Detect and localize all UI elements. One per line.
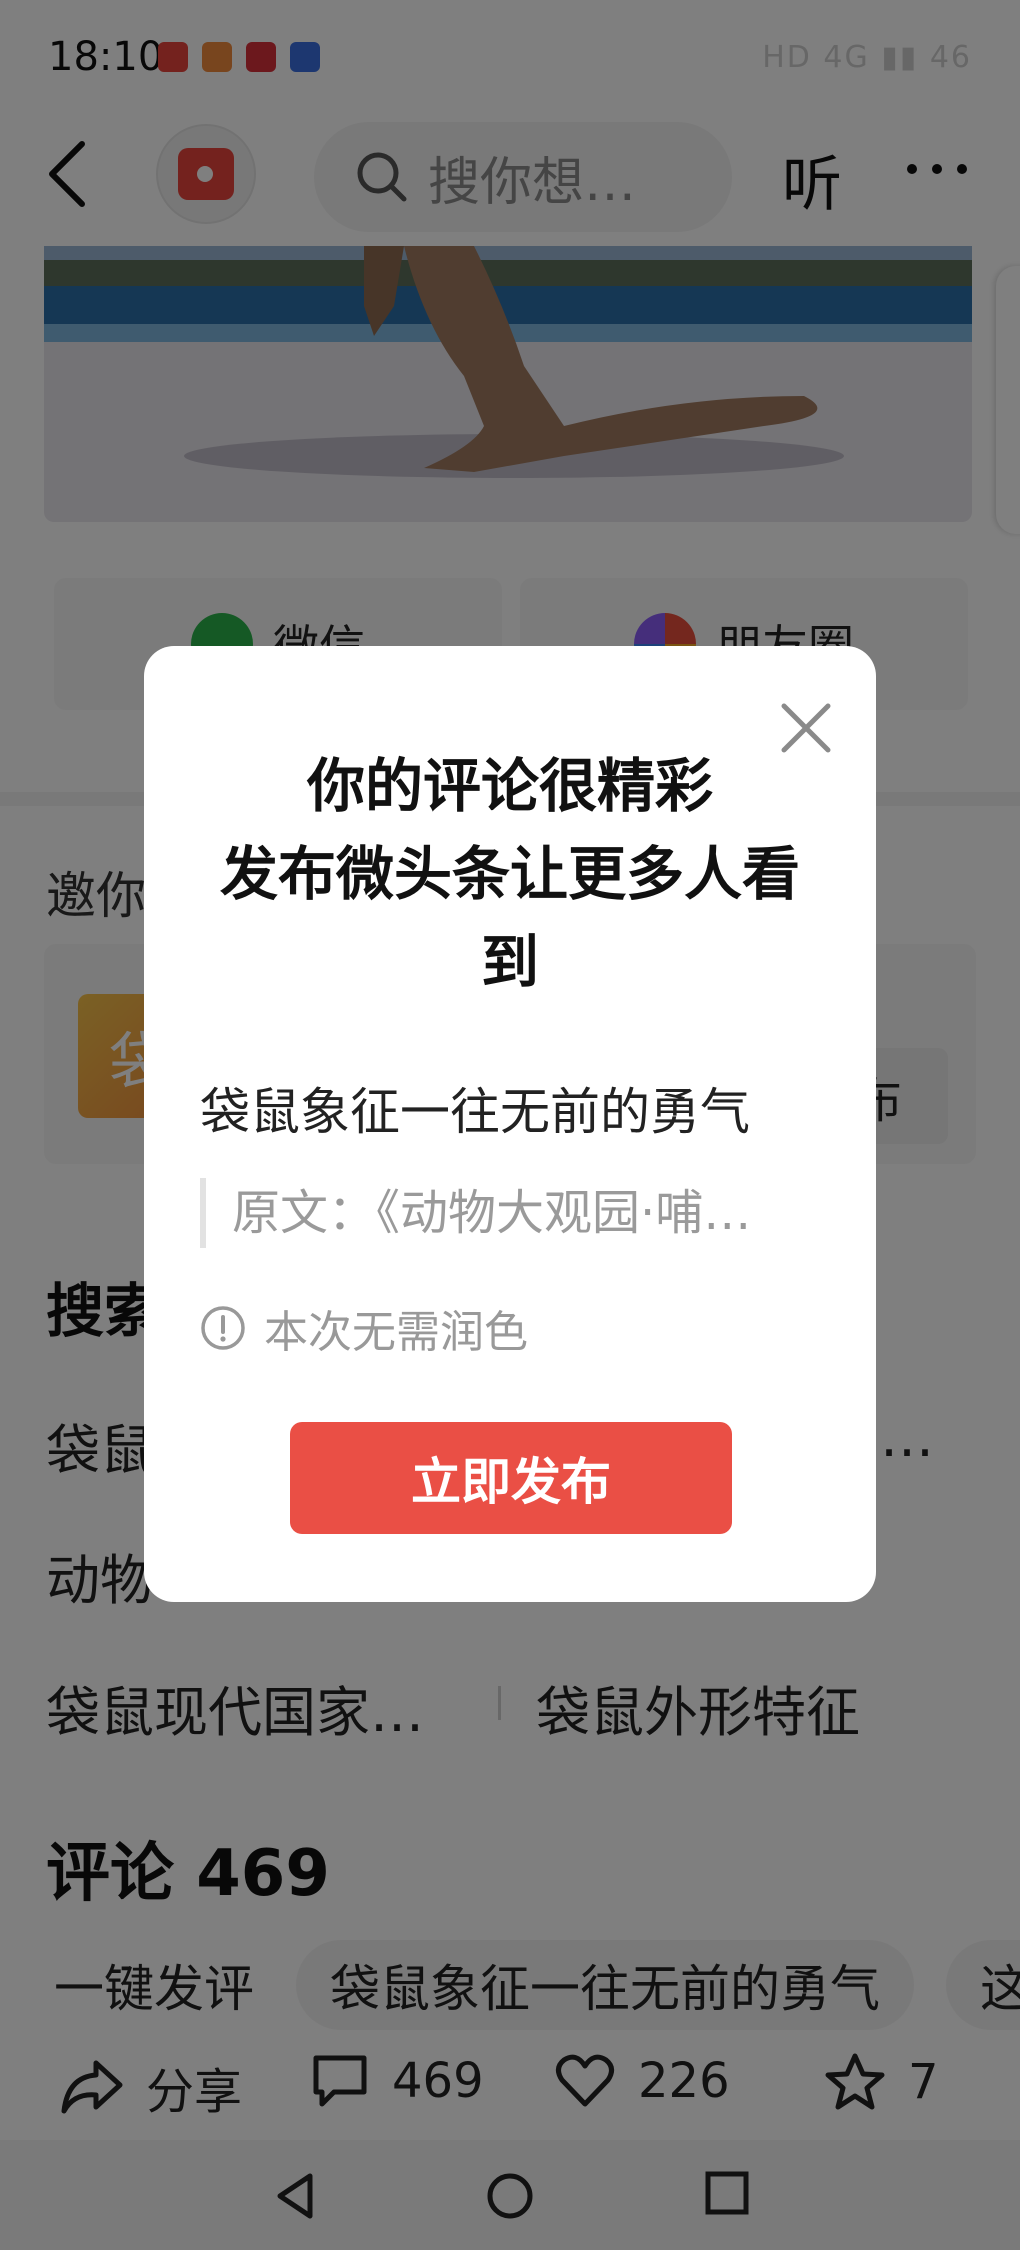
article-screen: 18:10 HD 4G ▮▮ 46 搜你想… 听 bbox=[0, 0, 1020, 2250]
publish-dialog: 你的评论很精彩 发布微头条让更多人看 到 袋鼠象征一往无前的勇气 原文：《动物大… bbox=[144, 646, 876, 1602]
polish-note-text: 本次无需润色 bbox=[264, 1307, 528, 1358]
publish-now-button[interactable]: 立即发布 bbox=[290, 1422, 732, 1534]
dialog-title-line: 你的评论很精彩 bbox=[306, 752, 713, 820]
dialog-title-line: 发布微头条让更多人看 bbox=[219, 840, 800, 908]
polish-note: 本次无需润色 bbox=[200, 1296, 528, 1360]
info-icon bbox=[201, 1306, 245, 1350]
dialog-title: 你的评论很精彩 发布微头条让更多人看 到 bbox=[184, 742, 836, 1006]
dialog-title-line: 到 bbox=[480, 928, 539, 996]
comment-text: 袋鼠象征一往无前的勇气 bbox=[200, 1083, 750, 1141]
original-article-quote: 原文：《动物大观园·哺… bbox=[200, 1178, 820, 1248]
